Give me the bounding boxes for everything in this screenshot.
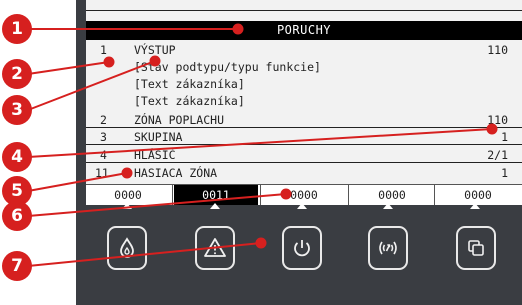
callout-4: 4 <box>2 142 32 172</box>
callout-1: 1 <box>2 14 32 44</box>
callout-3: 3 <box>2 95 32 125</box>
callout-6: 6 <box>2 201 32 231</box>
callout-leader-lines <box>27 23 498 267</box>
callout-7: 7 <box>2 251 32 281</box>
callout-2: 2 <box>2 59 32 89</box>
